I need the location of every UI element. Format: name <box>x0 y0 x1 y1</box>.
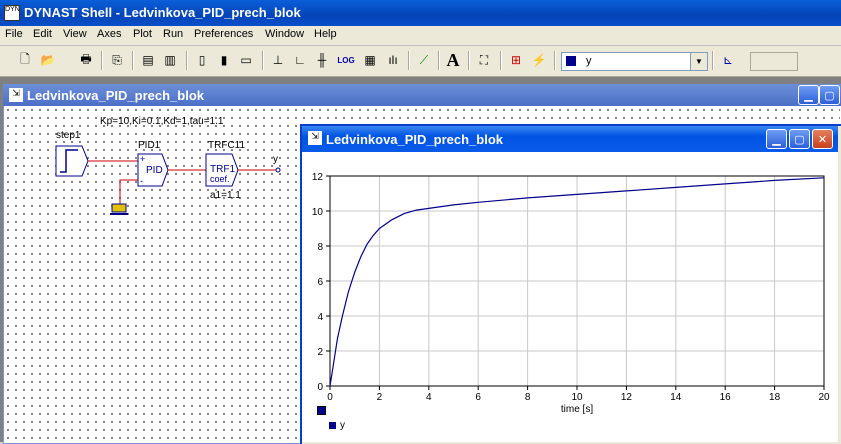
toolbar-separator <box>500 51 502 70</box>
export-all-icon[interactable]: ▥ <box>160 50 180 70</box>
axes-ticks-icon[interactable]: ∟ <box>290 50 310 70</box>
plot-curve-icon[interactable]: ⟋ <box>414 50 434 70</box>
axis-scale-icon[interactable]: ⊾ <box>718 50 738 70</box>
zoom-fit-icon[interactable]: ⛶ <box>474 50 494 70</box>
pid-minus: - <box>140 176 143 186</box>
line-chart: 0 2 4 6 8 10 12 14 16 18 20 0 2 4 6 8 10 12 time [s] <box>312 172 830 415</box>
menu-preferences[interactable]: Preferences <box>194 28 253 40</box>
toolbar-separator <box>132 51 134 70</box>
axes-dotted-icon[interactable]: ⊥ <box>268 50 288 70</box>
minimize-button[interactable]: ▁ <box>766 129 787 149</box>
y-tick-label: 2 <box>317 347 323 358</box>
x-tick-label: 2 <box>377 392 383 403</box>
menu-view[interactable]: View <box>63 28 87 40</box>
toolbar-separator <box>554 51 556 70</box>
toolbar-separator <box>262 51 264 70</box>
legend-marker-small <box>317 406 326 415</box>
output-terminal[interactable] <box>275 167 281 173</box>
page-icon[interactable]: ▯ <box>192 50 212 70</box>
output-label: y <box>273 154 278 165</box>
ground-block[interactable] <box>111 203 127 213</box>
axes-center-icon[interactable]: ╫ <box>312 50 332 70</box>
document-icon[interactable]: ▭ <box>236 50 256 70</box>
trf-param: a1=1.1 <box>210 190 241 201</box>
print-icon[interactable]: 🖶 <box>76 50 96 70</box>
legend-label: y <box>340 420 345 431</box>
plot-window-icon[interactable]: ⇲ <box>308 131 322 145</box>
x-tick-label: 16 <box>720 392 732 403</box>
menu-window[interactable]: Window <box>265 28 304 40</box>
trf-name: TRFC11 <box>208 140 246 151</box>
pid-params: Kp=10,Ki=0.1,Kd=1,tau=1.1 <box>100 116 224 127</box>
x-tick-label: 12 <box>621 392 633 403</box>
new-file-icon[interactable]: 🗋 <box>15 50 35 70</box>
toolbar-separator <box>712 51 714 70</box>
y-tick-label: 8 <box>317 242 323 253</box>
menu-plot[interactable]: Plot <box>133 28 152 40</box>
trf-coef-label: coef. <box>210 174 230 184</box>
grid-icon[interactable]: ▦ <box>360 50 380 70</box>
y-tick-label: 12 <box>312 172 324 183</box>
open-folder-icon[interactable]: 📂 <box>38 50 58 70</box>
toolbar-separator <box>186 51 188 70</box>
y-tick-label: 6 <box>317 277 323 288</box>
variable-select[interactable]: y ▼ <box>561 52 708 71</box>
font-icon[interactable]: A <box>443 50 463 70</box>
wire-pid-ground <box>119 179 138 204</box>
x-tick-label: 4 <box>426 392 432 403</box>
dynast-app-icon[interactable]: DYN <box>4 5 20 21</box>
legend-swatch <box>329 422 336 429</box>
chevron-down-icon[interactable]: ▼ <box>690 53 707 70</box>
toolbar-separator <box>408 51 410 70</box>
toolbar: 🗋 📂 🖶 ⎘ ▤ ▥ ▯ ▮ ▭ ⊥ ∟ ╫ LOG ▦ ılı ⟋ A ⛶ … <box>0 46 841 77</box>
pid-name: PID1 <box>138 140 161 151</box>
close-button[interactable]: ✕ <box>812 129 833 149</box>
variable-select-value: y <box>586 55 592 67</box>
y-tick-label: 0 <box>317 382 323 393</box>
schematic-title-bar: ⇲ Ledvinkova_PID_prech_blok ▁ ▢ <box>3 84 841 106</box>
toolbar-separator <box>101 51 103 70</box>
numeric-spinner[interactable] <box>750 52 798 71</box>
plot-title-bar: ⇲ Ledvinkova_PID_prech_blok ▁ ▢ ✕ <box>302 126 838 152</box>
menu-file[interactable]: File <box>5 28 23 40</box>
menu-axes[interactable]: Axes <box>97 28 121 40</box>
pid-plus: + <box>140 154 145 164</box>
crosshair-icon[interactable]: ⊞ <box>506 50 526 70</box>
x-tick-label: 20 <box>818 392 830 403</box>
x-tick-label: 8 <box>525 392 531 403</box>
toolbar-separator <box>468 51 470 70</box>
x-tick-label: 14 <box>670 392 682 403</box>
x-tick-label: 10 <box>571 392 583 403</box>
export-icon[interactable]: ▤ <box>138 50 158 70</box>
step-name: step1 <box>56 130 81 141</box>
schematic-title: Ledvinkova_PID_prech_blok <box>27 88 205 103</box>
schematic-icon[interactable]: ⇲ <box>9 88 23 102</box>
probe-icon[interactable]: ⚡ <box>529 50 549 70</box>
menu-run[interactable]: Run <box>163 28 183 40</box>
toolbar-separator <box>438 51 440 70</box>
variable-color-swatch <box>566 56 576 66</box>
copy-icon[interactable]: ⎘ <box>107 50 127 70</box>
app-title-bar: DYN DYNAST Shell - Ledvinkova_PID_prech_… <box>0 0 841 26</box>
pid-label: PID <box>146 165 163 176</box>
x-tick-label: 18 <box>769 392 781 403</box>
maximize-button[interactable]: ▢ <box>789 129 810 149</box>
app-title: DYNAST Shell - Ledvinkova_PID_prech_blok <box>24 5 301 20</box>
plot-window-title: Ledvinkova_PID_prech_blok <box>326 132 504 147</box>
plot-area[interactable]: 0 2 4 6 8 10 12 14 16 18 20 0 2 4 6 8 10 12 time [s] y <box>302 152 838 442</box>
minimize-button[interactable]: ▁ <box>798 85 819 105</box>
y-tick-label: 10 <box>312 207 324 218</box>
y-tick-label: 4 <box>317 312 323 323</box>
log-scale-icon[interactable]: LOG <box>336 50 356 70</box>
maximize-button[interactable]: ▢ <box>819 85 840 105</box>
bar-plot-icon[interactable]: ılı <box>383 50 403 70</box>
x-tick-label: 6 <box>475 392 481 403</box>
x-tick-label: 0 <box>327 392 333 403</box>
menu-help[interactable]: Help <box>314 28 337 40</box>
menu-bar: File Edit View Axes Plot Run Preferences… <box>0 26 841 46</box>
x-axis-label: time [s] <box>561 404 593 415</box>
menu-edit[interactable]: Edit <box>33 28 52 40</box>
pages-icon[interactable]: ▮ <box>214 50 234 70</box>
